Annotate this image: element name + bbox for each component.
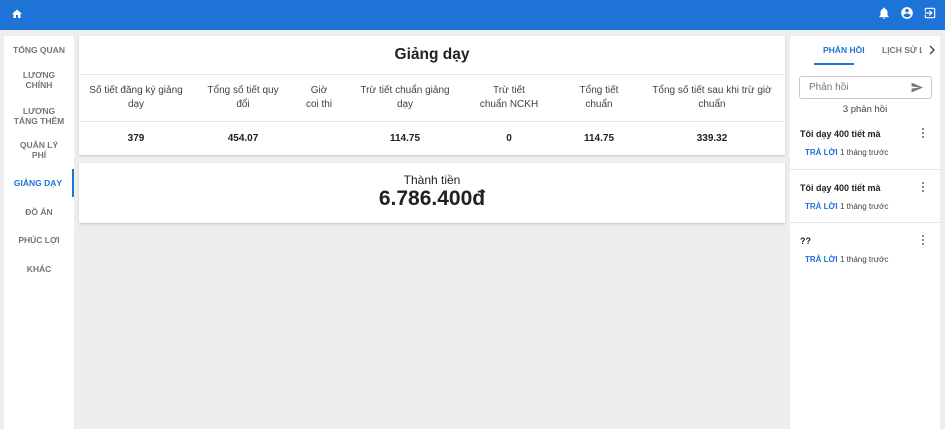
app-bar-actions	[877, 6, 937, 20]
total-card: Thành tiền 6.786.400đ	[79, 163, 785, 223]
sidebar-item-label: Lương tăng thêm	[13, 106, 65, 126]
sidebar-item-quan-ly-phi[interactable]: Quản lý phí	[4, 136, 74, 164]
column-header: Trừ tiết chuẩn giảng dạy	[360, 85, 450, 110]
table-cell: 114.75	[389, 133, 421, 144]
logout-icon[interactable]	[923, 6, 937, 20]
column-header: Tổng số tiết quy đổi	[207, 85, 279, 110]
more-vert-icon[interactable]	[921, 127, 925, 139]
sidebar-item-khac[interactable]: Khác	[4, 259, 74, 279]
feedback-panel: Phản hồi Lịch sử l Phản hồi 3 phản hồi T…	[790, 36, 940, 429]
table-cell: 339.32	[696, 133, 728, 144]
sidebar-item-label: Khác	[26, 264, 52, 274]
total-value: 6.786.400đ	[378, 187, 486, 210]
app-bar	[0, 0, 945, 30]
column-header: Tổng số tiết sau khi trừ giờ chuẩn	[652, 85, 772, 110]
reply-button[interactable]: Trả lời	[805, 148, 838, 157]
sidebar-item-tong-quan[interactable]: Tổng quan	[4, 40, 74, 60]
sidebar-item-label: Lương chính	[22, 70, 56, 90]
more-vert-icon[interactable]	[921, 234, 925, 246]
chevron-right-icon[interactable]	[928, 45, 936, 55]
tab-lich-su[interactable]: Lịch sử l	[882, 45, 922, 55]
sidebar-item-label: Quản lý phí	[19, 140, 59, 160]
feedback-input-placeholder: Phản hồi	[809, 82, 849, 93]
sidebar-item-do-an[interactable]: Đồ án	[4, 202, 74, 222]
feedback-count: 3 phản hồi	[842, 104, 888, 115]
feedback-text: ??	[800, 236, 811, 246]
teaching-card: Giảng dạy Số tiết đăng ký giảng dạy Tổng…	[79, 36, 785, 155]
column-header: Trừ tiết chuẩn NCKH	[479, 85, 539, 110]
tab-phan-hoi[interactable]: Phản hồi	[823, 45, 865, 55]
feedback-input[interactable]: Phản hồi	[799, 76, 932, 99]
sidebar-item-luong-tang-them[interactable]: Lương tăng thêm	[4, 102, 74, 130]
reply-button[interactable]: Trả lời	[805, 255, 838, 264]
bell-icon[interactable]	[877, 6, 891, 20]
send-icon[interactable]	[910, 81, 924, 94]
table-cell: 379	[127, 133, 145, 144]
home-icon[interactable]	[11, 8, 23, 20]
sidebar-item-label: Đồ án	[25, 207, 53, 217]
column-header: Tổng tiết chuẩn	[579, 85, 619, 110]
feedback-text: Tôi dạy 400 tiết mà	[800, 183, 881, 193]
divider	[79, 121, 785, 122]
feedback-time: 1 tháng trước	[840, 148, 889, 157]
feedback-time: 1 tháng trước	[840, 255, 889, 264]
feedback-text: Tôi dạy 400 tiết mà	[800, 129, 881, 139]
sidebar: Tổng quan Lương chính Lương tăng thêm Qu…	[4, 36, 74, 429]
divider	[79, 74, 785, 75]
reply-button[interactable]: Trả lời	[805, 202, 838, 211]
sidebar-item-label: Tổng quan	[13, 45, 65, 55]
sidebar-item-label: Phúc lợi	[18, 235, 60, 245]
feedback-time: 1 tháng trước	[840, 202, 889, 211]
sidebar-item-phuc-loi[interactable]: Phúc lợi	[4, 230, 74, 250]
more-vert-icon[interactable]	[921, 181, 925, 193]
divider	[790, 169, 940, 170]
page-title: Giảng dạy	[394, 46, 470, 63]
sidebar-item-luong-chinh[interactable]: Lương chính	[4, 66, 74, 94]
table-cell: 454.07	[227, 133, 259, 144]
column-header: Số tiết đăng ký giảng dạy	[89, 85, 183, 110]
total-label: Thành tiền	[403, 173, 461, 187]
table-cell: 0	[506, 133, 512, 144]
table-cell: 114.75	[583, 133, 615, 144]
active-tab-indicator	[814, 63, 854, 65]
column-header: Giờ coi thi	[305, 85, 333, 110]
account-circle-icon[interactable]	[900, 6, 914, 20]
sidebar-item-giang-day[interactable]: Giảng dạy	[4, 169, 74, 197]
sidebar-item-label: Giảng dạy	[13, 178, 63, 188]
divider	[790, 222, 940, 223]
